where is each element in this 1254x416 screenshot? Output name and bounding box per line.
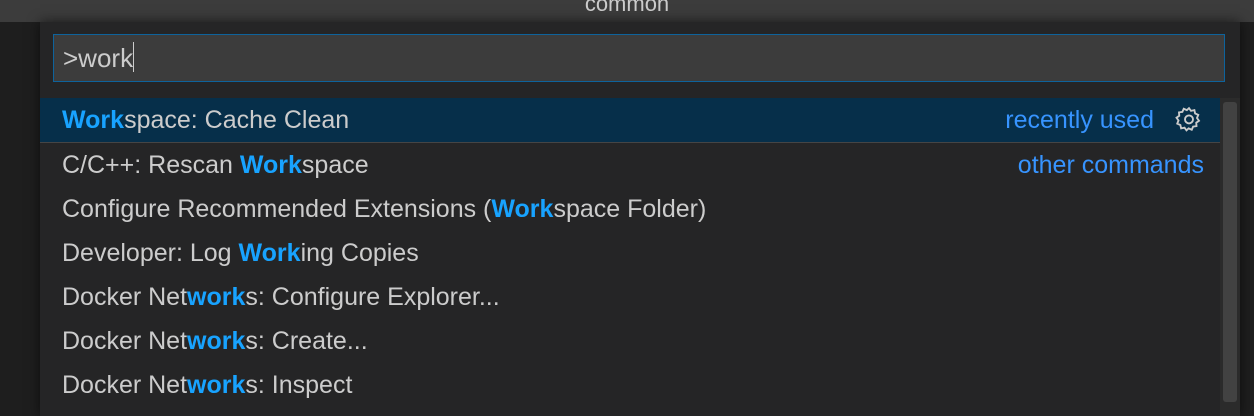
command-palette-input[interactable]: >work [53,34,1225,82]
command-label-prefix: Docker Net [62,283,188,311]
command-item[interactable]: Docker Networks: Create... [40,319,1220,363]
command-label-suffix: space: Cache Clean [124,106,350,134]
other-commands-label: other commands [1017,151,1204,179]
command-label-prefix: Docker Net [62,327,188,355]
command-label-match: work [187,371,246,399]
command-item[interactable]: Configure Recommended Extensions (Worksp… [40,187,1220,231]
command-label-suffix: s: Configure Explorer... [245,283,500,311]
command-label-match: Work [62,106,125,134]
command-list: Workspace: Cache Clean recently used C/C… [40,98,1220,407]
gear-icon[interactable] [1174,105,1204,135]
command-label-prefix: Docker Net [62,371,188,399]
command-label-suffix: s: Inspect [245,371,353,399]
command-item[interactable]: Docker Networks: Inspect [40,363,1220,407]
command-item[interactable]: Workspace: Cache Clean recently used [40,98,1220,143]
command-label-match: work [187,283,246,311]
input-value: >work [63,43,134,73]
window-title: common [584,0,670,16]
list-scrollbar[interactable] [1220,98,1240,416]
command-label-prefix: Developer: Log [62,239,239,267]
command-palette: >work Workspace: Cache Clean recently us… [40,22,1240,416]
command-item[interactable]: Docker Networks: Configure Explorer... [40,275,1220,319]
command-label-suffix: space [301,151,369,179]
recently-used-label: recently used [1005,105,1154,134]
command-label-prefix: C/C++: Rescan [62,151,240,179]
command-item[interactable]: C/C++: Rescan Workspace other commands [40,143,1220,187]
command-label-match: Work [239,151,302,179]
command-label-match: Work [491,195,554,223]
scrollbar-thumb[interactable] [1223,102,1237,402]
window-titlebar: common [0,0,1254,22]
command-label-match: Work [238,239,301,267]
command-label-suffix: s: Create... [245,327,368,355]
command-label-suffix: ing Copies [300,239,419,267]
command-label-suffix: space Folder) [553,195,707,223]
command-item[interactable]: Developer: Log Working Copies [40,231,1220,275]
command-label-match: work [187,327,246,355]
command-label-prefix: Configure Recommended Extensions ( [62,195,492,223]
text-caret [133,42,135,72]
